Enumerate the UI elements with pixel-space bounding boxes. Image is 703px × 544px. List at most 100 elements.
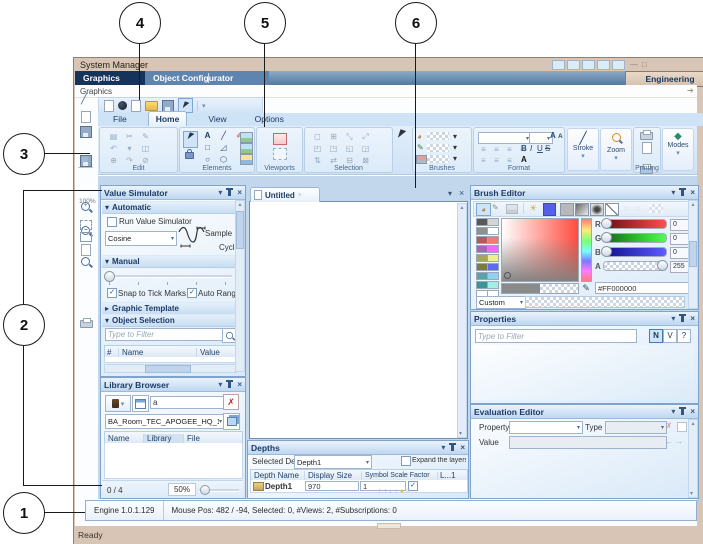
- selection-bounds-icon[interactable]: [80, 220, 92, 230]
- scroll-down-icon[interactable]: ▾: [690, 490, 693, 497]
- page-setup-icon[interactable]: [81, 244, 91, 256]
- value-simulator-scrollbar[interactable]: ▴: [235, 200, 245, 372]
- library-combo[interactable]: BA_Room_TEC_APOGEE_HQ_1▾: [105, 414, 225, 429]
- linear-gradient-button[interactable]: [575, 203, 589, 216]
- font-color-button[interactable]: A: [521, 155, 527, 164]
- copy-brush-icon[interactable]: ◌: [624, 204, 629, 213]
- image-brush-swatch[interactable]: [427, 155, 449, 163]
- close-icon[interactable]: ×: [460, 444, 465, 452]
- solid-color-button[interactable]: [543, 203, 556, 216]
- color-swatch[interactable]: [487, 245, 499, 253]
- column-symbol-scale[interactable]: Symbol Scale Factor: [362, 472, 438, 479]
- ribbon-icon[interactable]: ≡: [478, 145, 489, 155]
- stroke-brush-dropdown-icon[interactable]: ▾: [453, 143, 457, 152]
- ribbon-icon[interactable]: ▾: [124, 144, 135, 154]
- close-icon[interactable]: ×: [690, 315, 695, 323]
- brush-preview-strip[interactable]: [525, 296, 685, 308]
- column-name[interactable]: Name: [119, 348, 197, 357]
- ribbon-icon[interactable]: ↶: [108, 144, 119, 154]
- manual-slider-track[interactable]: [106, 275, 232, 278]
- object-table-hscroll[interactable]: [104, 364, 237, 373]
- media-element-icon[interactable]: [240, 143, 253, 154]
- document-tab[interactable]: Untitled ×: [250, 187, 320, 202]
- shrink-font-icon[interactable]: A: [558, 133, 563, 140]
- column-locked[interactable]: L...1: [438, 471, 456, 480]
- ribbon-icon[interactable]: ╱: [218, 131, 229, 141]
- canvas[interactable]: ▴▾: [249, 201, 468, 439]
- grow-font-icon[interactable]: A: [550, 131, 556, 140]
- new-document-icon[interactable]: [104, 100, 114, 112]
- selected-depth-combo[interactable]: Depth1▾: [294, 455, 372, 469]
- ribbon-icon[interactable]: ✎: [140, 132, 151, 142]
- ribbon-icon[interactable]: ◻: [312, 132, 323, 142]
- evaluation-value-input[interactable]: [509, 436, 667, 449]
- ribbon-icon[interactable]: ⤡: [344, 132, 355, 142]
- select-tool-button[interactable]: [183, 131, 198, 148]
- run-simulator-checkbox[interactable]: [107, 217, 117, 227]
- pen-mode-button[interactable]: ✎: [492, 203, 499, 212]
- close-icon[interactable]: ×: [237, 381, 242, 389]
- pin-icon[interactable]: [681, 409, 684, 415]
- next-evaluation-icon[interactable]: →: [675, 437, 683, 446]
- vscroll-thumb[interactable]: [689, 241, 697, 267]
- stroke-brush-swatch[interactable]: [427, 144, 449, 152]
- italic-button[interactable]: I: [530, 144, 532, 153]
- ribbon-icon[interactable]: ▤: [108, 132, 119, 142]
- auto-range-checkbox[interactable]: ✓: [187, 288, 197, 298]
- font-family-combo[interactable]: ▾: [478, 132, 532, 144]
- property-combo[interactable]: ▾: [509, 421, 583, 434]
- brush-type-combo[interactable]: Custom▾: [476, 296, 526, 309]
- ribbon-icon[interactable]: ≡: [504, 145, 515, 155]
- image-brush-icon[interactable]: [416, 155, 427, 164]
- panel-menu-icon[interactable]: ▾: [441, 444, 445, 452]
- hscroll-thumb[interactable]: [145, 365, 191, 373]
- ribbon-icon[interactable]: ≡: [491, 145, 502, 155]
- panel-menu-icon[interactable]: ▾: [671, 189, 675, 197]
- color-swatch[interactable]: [487, 236, 499, 244]
- globe-icon[interactable]: [118, 101, 127, 110]
- evaluation-checkbox[interactable]: [677, 422, 687, 432]
- ribbon-icon[interactable]: ✂: [124, 132, 135, 142]
- channel-r-track[interactable]: [603, 219, 667, 229]
- waveform-combo[interactable]: Cosine▾: [105, 231, 177, 246]
- ribbon-icon[interactable]: ⤢: [360, 132, 371, 142]
- modes-button[interactable]: ◆ Modes ▾: [662, 128, 694, 171]
- layout-split-right-icon[interactable]: [582, 60, 595, 70]
- color-swatch[interactable]: [487, 272, 499, 280]
- evaluation-editor-header[interactable]: Evaluation Editor ▾×: [471, 405, 698, 419]
- layout-grid-icon[interactable]: [552, 60, 565, 70]
- close-icon[interactable]: ×: [690, 189, 695, 197]
- minimize-icon[interactable]: —: [630, 60, 638, 69]
- ribbon-icon[interactable]: ○: [202, 155, 213, 165]
- delete-depth-icon[interactable]: ×: [406, 488, 410, 495]
- brightness-icon[interactable]: ☀: [529, 203, 537, 214]
- pen-tool-icon[interactable]: ╱: [81, 94, 87, 105]
- channel-a-thumb[interactable]: [657, 260, 668, 271]
- pin-icon[interactable]: [228, 190, 231, 196]
- ribbon-icon[interactable]: ◫: [140, 144, 151, 154]
- document-list-dropdown-icon[interactable]: ▾: [448, 189, 452, 198]
- column-value[interactable]: Value: [197, 348, 220, 357]
- library-search-input[interactable]: [150, 396, 225, 409]
- channel-b-track[interactable]: [603, 247, 667, 257]
- move-bottom-icon[interactable]: ↓: [394, 488, 398, 495]
- color-swatch[interactable]: [487, 263, 499, 271]
- canvas-vscroll[interactable]: ▴▾: [457, 203, 467, 438]
- ribbon-icon[interactable]: A: [202, 131, 213, 141]
- eyedropper-icon[interactable]: ✐: [579, 284, 590, 292]
- stroke-button[interactable]: ╱ Stroke ▾: [567, 128, 599, 171]
- pick-tool-button[interactable]: [395, 130, 408, 145]
- toolbar-overflow-icon[interactable]: ▾: [202, 102, 206, 110]
- edit-document-icon[interactable]: [131, 100, 141, 112]
- fill-brush-icon[interactable]: ◕: [417, 132, 422, 141]
- type-combo[interactable]: ▾: [605, 421, 667, 434]
- library-cascade-button[interactable]: [223, 413, 240, 430]
- image-element-icon[interactable]: [240, 132, 253, 143]
- no-brush-button[interactable]: [605, 203, 619, 216]
- zoom-selection-icon[interactable]: [81, 257, 90, 266]
- image-brush-dropdown-icon[interactable]: ▾: [453, 154, 457, 163]
- library-list[interactable]: [104, 443, 243, 479]
- ribbon-icon[interactable]: □: [202, 143, 213, 153]
- move-top-icon[interactable]: ↑: [383, 488, 387, 495]
- library-view-button[interactable]: [132, 395, 149, 412]
